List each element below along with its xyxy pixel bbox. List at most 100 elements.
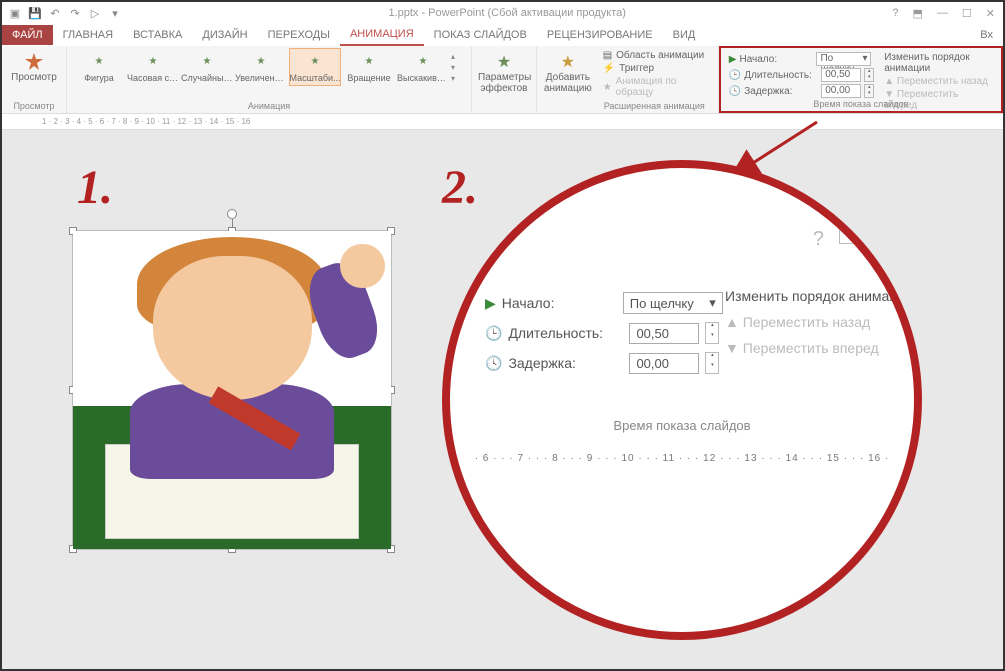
ribbon: Просмотр Просмотр ★Фигура ★Часовая ст...… — [2, 46, 1003, 114]
delay-spinner-zoom[interactable]: ▴▾ — [705, 352, 719, 374]
undo-icon[interactable]: ↶ — [48, 6, 62, 20]
anim-grow[interactable]: ★Увеличени... — [235, 48, 287, 86]
window-title: 1.pptx - PowerPoint (Сбой активации прод… — [122, 7, 892, 19]
anim-random[interactable]: ★Случайные... — [181, 48, 233, 86]
save-icon[interactable]: 💾 — [28, 6, 42, 20]
gallery-down-icon[interactable]: ▾ — [451, 63, 465, 72]
duration-input[interactable]: 00,50 — [821, 68, 861, 82]
move-forward-zoom: ▼ Переместить вперед — [725, 340, 913, 356]
trigger-icon: ⚡ — [603, 63, 615, 74]
pane-icon: ▤ — [603, 50, 612, 61]
zoom-ruler: · 6 · · · 7 · · · 8 · · · 9 · · · 10 · ·… — [470, 453, 894, 464]
maximize-icon[interactable]: ☐ — [962, 7, 972, 20]
duration-label-zoom: Длительность: — [508, 325, 623, 341]
tab-review[interactable]: РЕЦЕНЗИРОВАНИЕ — [537, 25, 663, 45]
sign-in[interactable]: Вх — [970, 25, 1003, 45]
add-animation-button[interactable]: ★ Добавить анимацию — [543, 48, 593, 111]
anim-clock[interactable]: ★Часовая ст... — [127, 48, 179, 86]
delay-label: Задержка: — [744, 86, 818, 97]
painter-icon: ★ — [603, 82, 612, 93]
tab-slideshow[interactable]: ПОКАЗ СЛАЙДОВ — [424, 25, 537, 45]
zoom-callout: ? ▶ Начало: По щелчку▾ 🕒 Длительность: 0… — [442, 160, 922, 640]
chevron-down-icon: ▾ — [862, 53, 867, 65]
trigger-button[interactable]: ⚡Триггер — [603, 63, 706, 74]
callout-1: 1. — [77, 160, 113, 215]
start-select-zoom[interactable]: По щелчку▾ — [623, 292, 723, 314]
delay-input-zoom[interactable]: 00,00 — [629, 353, 699, 374]
delay-input[interactable]: 00,00 — [821, 84, 861, 98]
advanced-group-label: Расширенная анимация — [603, 100, 706, 111]
tab-insert[interactable]: ВСТАВКА — [123, 25, 192, 45]
clock-icon: 🕒 — [485, 325, 502, 342]
redo-icon[interactable]: ↷ — [68, 6, 82, 20]
ribbon-tabs: ФАЙЛ ГЛАВНАЯ ВСТАВКА ДИЗАЙН ПЕРЕХОДЫ АНИ… — [2, 24, 1003, 46]
animation-gallery: ★Фигура ★Часовая ст... ★Случайные... ★Ув… — [73, 48, 465, 86]
ribbon-group-timing: ▶ Начало: По щелчку▾ 🕒 Длительность: 00,… — [719, 46, 1003, 113]
reorder-label: Изменить порядок анимации — [884, 52, 993, 74]
preview-button[interactable]: Просмотр — [8, 48, 60, 83]
start-select[interactable]: По щелчку▾ — [816, 52, 871, 66]
timing-group-label: Время показа слайдов — [721, 99, 1001, 109]
minimize-icon[interactable]: — — [937, 7, 948, 20]
duration-spinner-zoom[interactable]: ▴▾ — [705, 322, 719, 344]
anim-zoom[interactable]: ★Масштаби... — [289, 48, 341, 86]
tab-design[interactable]: ДИЗАЙН — [192, 25, 257, 45]
duration-input-zoom[interactable]: 00,50 — [629, 323, 699, 344]
boy-illustration — [73, 231, 391, 549]
chevron-down-icon: ▾ — [709, 295, 716, 311]
gallery-more-icon[interactable]: ▾ — [451, 74, 465, 83]
delay-icon: 🕓 — [729, 86, 741, 97]
window-controls: ? ⬒ — ☐ ✕ — [892, 7, 1003, 20]
arrow-up-icon: ▲ — [884, 76, 894, 87]
anim-spin[interactable]: ★Вращение — [343, 48, 395, 86]
tab-transitions[interactable]: ПЕРЕХОДЫ — [258, 25, 340, 45]
duration-label: Длительность: — [744, 70, 818, 81]
customize-qat-icon[interactable]: ▾ — [108, 6, 122, 20]
title-bar: ▣ 💾 ↶ ↷ ▷ ▾ 1.pptx - PowerPoint (Сбой ак… — [2, 2, 1003, 24]
close-icon[interactable]: ✕ — [986, 7, 995, 20]
selected-image[interactable] — [72, 230, 392, 550]
animation-pane-button[interactable]: ▤Область анимации — [603, 50, 706, 61]
tab-view[interactable]: ВИД — [663, 25, 706, 45]
move-back-zoom: ▲ Переместить назад — [725, 314, 913, 330]
anim-shape[interactable]: ★Фигура — [73, 48, 125, 86]
duration-spinner[interactable]: ▴▾ — [864, 68, 874, 82]
start-label: Начало: — [739, 54, 813, 65]
animation-painter-button: ★Анимация по образцу — [603, 76, 706, 98]
help-icon: ? — [813, 228, 824, 251]
ribbon-options-icon[interactable]: ⬒ — [913, 7, 923, 20]
reorder-label-zoom: Изменить порядок анимации — [725, 288, 913, 304]
play-icon: ▶ — [485, 295, 496, 312]
delay-icon: 🕓 — [485, 355, 502, 372]
help-icon[interactable]: ? — [892, 7, 898, 20]
slide-canvas: 1. 2. ? ▶ Начало: По щелчку▾ 🕒 — [2, 130, 1003, 669]
play-icon: ▶ — [729, 54, 737, 65]
move-back-button: ▲ Переместить назад — [884, 76, 993, 87]
tab-animation[interactable]: АНИМАЦИЯ — [340, 24, 424, 46]
app-icon: ▣ — [8, 6, 22, 20]
tab-file[interactable]: ФАЙЛ — [2, 25, 53, 45]
anim-bounce[interactable]: ★Выскакива... — [397, 48, 449, 86]
effect-options-label: Параметры эффектов — [478, 72, 530, 94]
preview-label: Просмотр — [11, 72, 57, 83]
horizontal-ruler: 1 · 2 · 3 · 4 · 5 · 6 · 7 · 8 · 9 · 10 ·… — [2, 114, 1003, 130]
ribbon-group-advanced: ★ Добавить анимацию ▤Область анимации ⚡Т… — [537, 46, 719, 113]
ribbon-options-icon — [839, 230, 859, 244]
animation-group-label: Анимация — [73, 100, 465, 111]
gallery-up-icon[interactable]: ▴ — [451, 52, 465, 61]
add-animation-label: Добавить анимацию — [543, 72, 593, 94]
start-slideshow-icon[interactable]: ▷ — [88, 6, 102, 20]
effect-options[interactable]: ★ Параметры эффектов — [472, 46, 537, 113]
ribbon-group-animation: ★Фигура ★Часовая ст... ★Случайные... ★Ув… — [67, 46, 472, 113]
quick-access-toolbar: ▣ 💾 ↶ ↷ ▷ ▾ — [2, 6, 122, 20]
delay-spinner[interactable]: ▴▾ — [864, 84, 874, 98]
ribbon-group-preview: Просмотр Просмотр — [2, 46, 67, 113]
start-label-zoom: Начало: — [502, 295, 617, 311]
delay-label-zoom: Задержка: — [508, 355, 623, 371]
arrow-up-icon: ▲ — [725, 314, 739, 330]
arrow-down-icon: ▼ — [725, 340, 739, 356]
rotate-handle[interactable] — [227, 209, 237, 219]
tab-home[interactable]: ГЛАВНАЯ — [53, 25, 123, 45]
callout-2: 2. — [442, 160, 478, 215]
preview-group-label: Просмотр — [8, 100, 60, 111]
